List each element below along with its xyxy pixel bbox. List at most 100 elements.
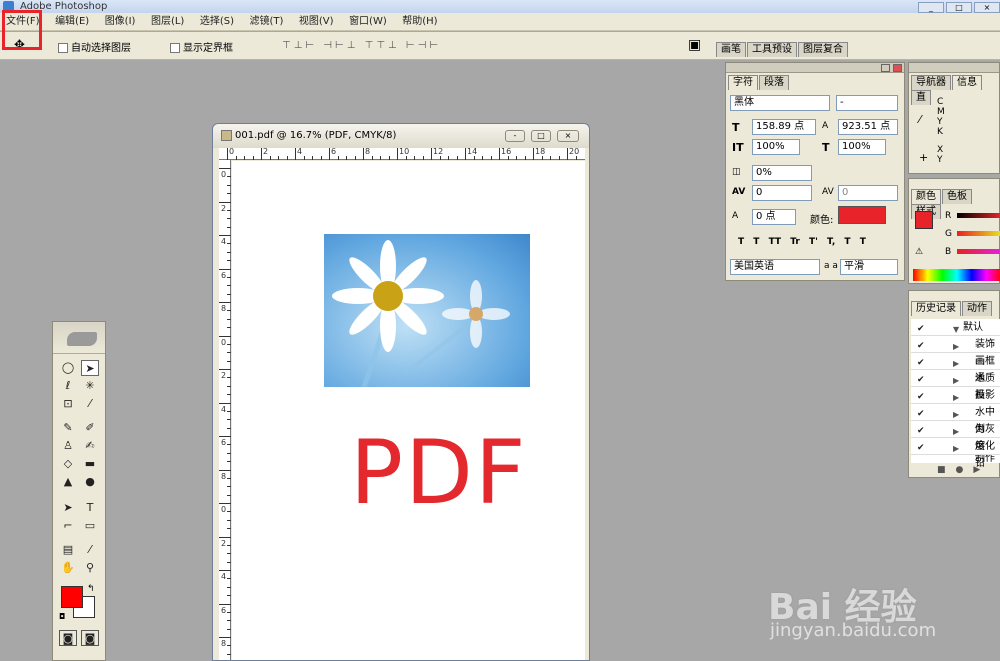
font-family-select[interactable]: 黑体 [730, 95, 830, 111]
tab-actions[interactable]: 动作 [962, 301, 992, 316]
dodge-tool-icon[interactable]: ● [81, 474, 99, 490]
leading-value: 923.51 点 [838, 119, 898, 135]
tab-tool-presets[interactable]: 工具预设 [747, 42, 797, 57]
font-size-field[interactable]: 158.89 点 [752, 119, 816, 135]
doc-minimize-button[interactable]: - [505, 130, 525, 142]
history-brush-icon[interactable]: ✍ [81, 438, 99, 454]
font-family-value: 黑体 [730, 95, 830, 111]
close-button[interactable]: × [974, 2, 1000, 13]
align-buttons[interactable]: ⊤⊥⊢ ⊣⊢⊥ ⊤⊤⊥ ⊢⊣⊢ [282, 40, 441, 51]
tab-navigator[interactable]: 导航器 [911, 75, 951, 90]
ruler-tick [219, 201, 231, 203]
move-tool-icon[interactable]: ➤ [81, 360, 99, 376]
swap-colors-icon[interactable]: ↰ [87, 584, 95, 594]
ruler-label: 2 [221, 371, 227, 380]
panel-minimize-button[interactable] [881, 64, 890, 72]
pen-tool-icon[interactable]: ⌐ [59, 518, 77, 534]
character-panel-header[interactable] [726, 63, 904, 73]
stamp-tool-icon[interactable]: ♙ [59, 438, 77, 454]
default-colors-icon[interactable]: ◘ [59, 612, 65, 621]
menu-filter[interactable]: 滤镜(T) [243, 13, 289, 31]
brush-tool-icon[interactable]: ✐ [81, 420, 99, 436]
ruler-minor-tick [516, 156, 517, 160]
doc-close-button[interactable]: × [557, 130, 579, 142]
tab-brush[interactable]: 画笔 [716, 42, 746, 57]
menu-help[interactable]: 帮助(H) [396, 13, 443, 31]
kerning-field[interactable]: 0 [752, 185, 812, 201]
text-style-buttons[interactable]: T T TT Tr T' T, T T [738, 237, 866, 247]
minimize-button[interactable]: _ [918, 2, 944, 13]
info-panel: 导航器 信息直 ⁄ CMYK + XY [908, 62, 1000, 174]
ruler-minor-tick [448, 156, 449, 160]
tracking2-field[interactable]: 0 [838, 185, 898, 201]
color-fg-swatch[interactable] [915, 211, 933, 229]
eyedropper-icon[interactable]: ⁄ [81, 542, 99, 558]
document-titlebar[interactable]: 001.pdf @ 16.7% (PDF, CMYK/8) - □ × [213, 124, 589, 148]
ruler-minor-tick [439, 156, 441, 160]
zoom-tool-icon[interactable]: ⚲ [81, 560, 99, 576]
menu-layer[interactable]: 图层(L) [145, 13, 190, 31]
text-color-swatch[interactable] [838, 206, 886, 224]
horizontal-scale-field[interactable]: 100% [838, 139, 886, 155]
palette-well-icon[interactable]: ▣ [688, 37, 701, 53]
standard-mode-icon[interactable]: ◙ [59, 630, 77, 646]
action-controls[interactable]: ■●▶ [937, 465, 990, 475]
show-bounds-checkbox[interactable] [170, 43, 180, 53]
healing-brush-icon[interactable]: ✎ [59, 420, 77, 436]
tab-histogram[interactable]: 直 [911, 90, 931, 105]
auto-select-checkbox[interactable] [58, 43, 68, 53]
channel-b-slider[interactable] [957, 249, 1000, 254]
info-panel-header[interactable] [909, 63, 999, 73]
menu-image[interactable]: 图像(I) [99, 13, 142, 31]
shape-tool-icon[interactable]: ▭ [81, 518, 99, 534]
document-canvas[interactable]: PDF [232, 161, 585, 660]
vertical-scale-field[interactable]: 100% [752, 139, 800, 155]
menu-view[interactable]: 视图(V) [293, 13, 340, 31]
menu-window[interactable]: 窗口(W) [343, 13, 393, 31]
baseline-field[interactable]: 0 点 [752, 209, 796, 225]
channel-r-slider[interactable] [957, 213, 1000, 218]
maximize-button[interactable]: □ [946, 2, 972, 13]
gradient-tool-icon[interactable]: ▬ [81, 456, 99, 472]
slice-tool-icon[interactable]: ⁄ [81, 396, 99, 412]
path-select-icon[interactable]: ➤ [59, 500, 77, 516]
magic-wand-icon[interactable]: ✳ [81, 378, 99, 394]
foreground-color-swatch[interactable] [61, 586, 83, 608]
ruler-label: 12 [433, 147, 444, 156]
tab-info[interactable]: 信息 [952, 75, 982, 90]
lasso-tool-icon[interactable]: ℓ [59, 378, 77, 394]
panel-close-button[interactable] [893, 64, 902, 72]
tab-color[interactable]: 颜色 [911, 189, 941, 204]
hand-tool-icon[interactable]: ✋ [59, 560, 77, 576]
doc-maximize-button[interactable]: □ [531, 130, 551, 142]
language-select[interactable]: 美国英语 [730, 259, 820, 275]
crop-tool-icon[interactable]: ⊡ [59, 396, 77, 412]
tab-layer-comps[interactable]: 图层复合 [798, 42, 848, 57]
auto-select-option[interactable]: 自动选择图层 [58, 39, 131, 54]
menu-edit[interactable]: 编辑(E) [49, 13, 95, 31]
tab-history[interactable]: 历史记录 [911, 301, 961, 316]
ruler-label: 16 [501, 147, 512, 156]
show-bounds-option[interactable]: 显示定界框 [170, 39, 233, 54]
tracking-field[interactable]: 0% [752, 165, 812, 181]
channel-g-slider[interactable] [957, 231, 1000, 236]
marquee-tool-icon[interactable]: ◯ [59, 360, 77, 376]
blur-tool-icon[interactable]: ▲ [59, 474, 77, 490]
ruler-minor-tick [337, 156, 339, 160]
tab-character[interactable]: 字符 [728, 75, 758, 90]
color-spectrum[interactable] [913, 269, 1000, 281]
ruler-tick [219, 536, 231, 538]
ruler-minor-tick [227, 176, 231, 178]
tab-paragraph[interactable]: 段落 [759, 75, 789, 90]
menu-select[interactable]: 选择(S) [194, 13, 240, 31]
history-checkmarks[interactable]: ✔ ✔ ✔ ✔ ✔ ✔ ✔ ✔ [917, 321, 925, 457]
anti-alias-select[interactable]: 平滑 [840, 259, 898, 275]
font-style-select[interactable]: - [836, 95, 898, 111]
type-tool-icon[interactable]: T [81, 500, 99, 516]
history-expand-arrows[interactable]: ▼ ▶ ▶ ▶ ▶ ▶ ▶ ▶ [953, 321, 959, 457]
tab-swatches[interactable]: 色板 [942, 189, 972, 204]
eraser-tool-icon[interactable]: ◇ [59, 456, 77, 472]
quickmask-mode-icon[interactable]: ◙ [81, 630, 99, 646]
leading-field[interactable]: 923.51 点 [838, 119, 898, 135]
notes-tool-icon[interactable]: ▤ [59, 542, 77, 558]
